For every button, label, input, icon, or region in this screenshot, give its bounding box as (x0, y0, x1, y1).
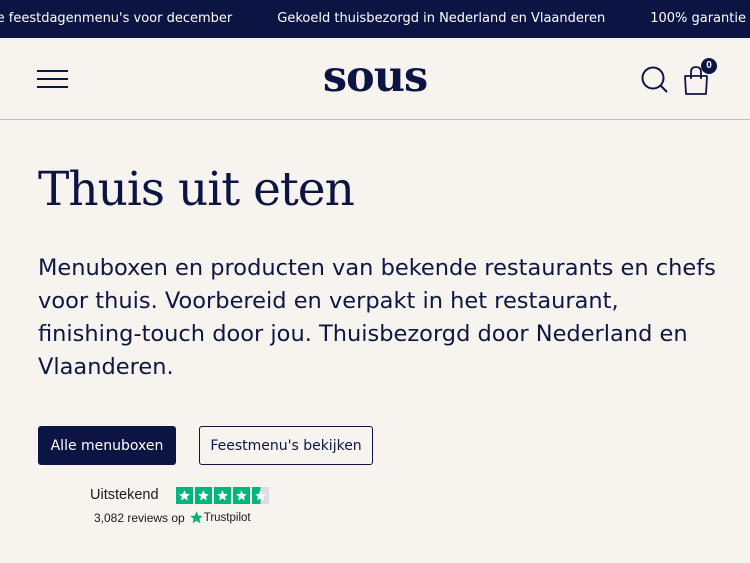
reviews-count: 3,082 reviews op (94, 510, 185, 525)
star-icon (214, 487, 231, 504)
star-icon (195, 487, 212, 504)
trustpilot-logo: Trustpilot (189, 510, 251, 525)
trustpilot-reviews[interactable]: 3,082 reviews op Trustpilot (94, 510, 251, 525)
view-feast-menus-button[interactable]: Feestmenu's bekijken (199, 426, 373, 465)
trustpilot-stars[interactable] (176, 487, 269, 504)
announcement-item: 100% garantie op jouw be (650, 11, 750, 26)
trustpilot-rating-label: Uitstekend (90, 487, 159, 503)
hero-description: Menuboxen en producten van bekende resta… (38, 255, 716, 380)
announcement-item: Gekoeld thuisbezorgd in Nederland en Vla… (277, 11, 606, 26)
cart-count-badge: 0 (701, 58, 717, 74)
page-title: Thuis uit eten (38, 162, 355, 217)
half-star-icon (252, 487, 269, 504)
announcement-bar: u de feestdagenmenu's voor december Geko… (0, 0, 750, 38)
all-menuboxes-button[interactable]: Alle menuboxen (38, 426, 176, 465)
trustpilot-star-icon (189, 511, 203, 524)
star-icon (233, 487, 250, 504)
announcement-item: u de feestdagenmenu's voor december (0, 11, 233, 26)
site-logo[interactable]: sous (0, 52, 750, 102)
search-icon[interactable] (640, 65, 670, 95)
star-icon (176, 487, 193, 504)
trustpilot-brand-text: Trustpilot (203, 511, 251, 524)
site-header: sous 0 (0, 38, 750, 120)
